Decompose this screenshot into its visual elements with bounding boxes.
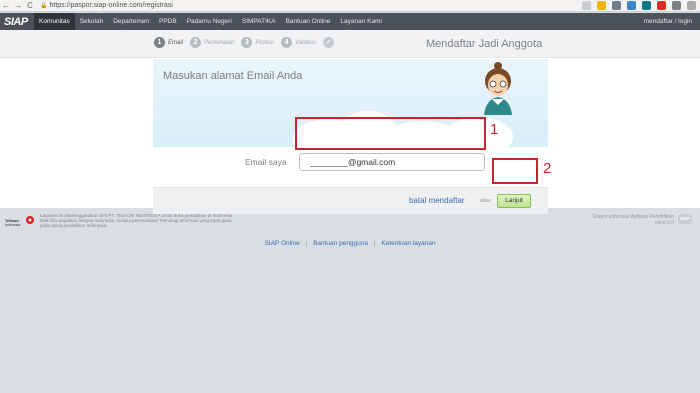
page-title: Mendaftar Jadi Anggota <box>426 38 543 50</box>
back-icon[interactable]: ← <box>0 0 12 12</box>
browser-toolbar: ← → C 🔒 https://paspor.siap-online.com/r… <box>0 0 700 12</box>
login-link[interactable]: mendaftar / login <box>644 13 692 30</box>
email-field[interactable] <box>299 153 485 171</box>
step-label: Perkenalan <box>204 39 235 46</box>
step-number: 3 <box>241 37 253 48</box>
step-profesi: 3 Profesi <box>241 37 274 48</box>
highlight-box-email <box>295 117 486 150</box>
marker-number-2: 2 <box>543 160 552 177</box>
step-indicator: 1 Email 2 Perkenalan 3 Profesi 4 Validas… <box>154 37 334 48</box>
email-row: Email saya <box>153 148 548 186</box>
extension-icons <box>582 1 696 10</box>
nav-item-komunitas[interactable]: Komunitas <box>34 13 75 30</box>
action-bar: batal mendaftar atau Lanjut <box>153 187 548 214</box>
step-email: 1 Email <box>154 37 183 48</box>
footer-links: SIAP Online | Bantuan pengguna | Ketentu… <box>0 240 700 247</box>
nav-item-simpatika[interactable]: SIMPATIKA <box>237 13 281 30</box>
notification-icon[interactable] <box>657 1 666 10</box>
nav-item-departemen[interactable]: Departemen <box>108 13 154 30</box>
footer-system-info: Sistem Informasi Aplikasi Pendidikan ver… <box>592 214 674 226</box>
marker-number-1: 1 <box>490 121 499 138</box>
next-button[interactable]: Lanjut <box>497 194 531 208</box>
translate-icon[interactable] <box>582 1 591 10</box>
nav-item-sekolah[interactable]: Sekolah <box>75 13 109 30</box>
nav-item-bantuan-online[interactable]: Bantuan Online <box>281 13 336 30</box>
nav-item-layanan-kami[interactable]: Layanan Kami <box>335 13 387 30</box>
or-text: atau <box>480 198 491 204</box>
siap-badge-icon: SIAP <box>678 214 692 224</box>
step-validasi: 4 Validasi <box>281 37 316 48</box>
step-label: Email <box>168 39 184 46</box>
mascot-illustration <box>484 62 512 115</box>
bookmark-icon[interactable] <box>642 1 651 10</box>
telkom-logo: Telkom Indonesia <box>5 216 34 227</box>
footer-link-bantuan[interactable]: Bantuan pengguna <box>313 240 368 247</box>
step-number: 2 <box>190 37 202 48</box>
step-bar: 1 Email 2 Perkenalan 3 Profesi 4 Validas… <box>0 30 700 58</box>
step-perkenalan: 2 Perkenalan <box>190 37 234 48</box>
cancel-link[interactable]: batal mendaftar <box>409 196 465 205</box>
lock-icon: 🔒 <box>40 3 48 9</box>
siap-logo[interactable]: SIAP <box>0 16 34 28</box>
site-navbar: SIAP Komunitas Sekolah Departemen PPDB P… <box>0 13 700 30</box>
download-icon[interactable] <box>612 1 621 10</box>
forward-icon[interactable]: → <box>12 0 24 12</box>
footer-disclaimer: Layanan ini diselenggarakan oleh PT. TEL… <box>40 213 234 228</box>
footer-link-ketentuan[interactable]: Ketentuan layanan <box>381 240 435 247</box>
step-number: 1 <box>154 37 165 48</box>
footer-version: versi 2.0 <box>655 220 674 226</box>
footer-link-siap-online[interactable]: SIAP Online <box>264 240 299 247</box>
step-number: 4 <box>281 37 293 48</box>
address-bar[interactable]: https://paspor.siap-online.com/registras… <box>49 0 172 12</box>
star-icon[interactable] <box>597 1 606 10</box>
check-icon: ✓ <box>322 37 334 48</box>
step-label: Validasi <box>295 39 316 46</box>
reload-icon[interactable]: C <box>24 0 36 12</box>
highlight-box-next <box>492 158 538 184</box>
form-subtitle: Masukan alamat Email Anda <box>163 70 303 82</box>
nav-item-padamu-negeri[interactable]: Padamu Negeri <box>182 13 237 30</box>
email-label: Email saya <box>245 157 287 167</box>
svg-text:Indonesia: Indonesia <box>5 223 20 227</box>
nav-item-ppdb[interactable]: PPDB <box>154 13 182 30</box>
menu-icon[interactable] <box>687 1 696 10</box>
profile-icon[interactable] <box>672 1 681 10</box>
step-label: Profesi <box>255 39 275 46</box>
footer-separator: | <box>305 240 308 247</box>
footer-separator: | <box>373 240 376 247</box>
extension-icon[interactable] <box>627 1 636 10</box>
